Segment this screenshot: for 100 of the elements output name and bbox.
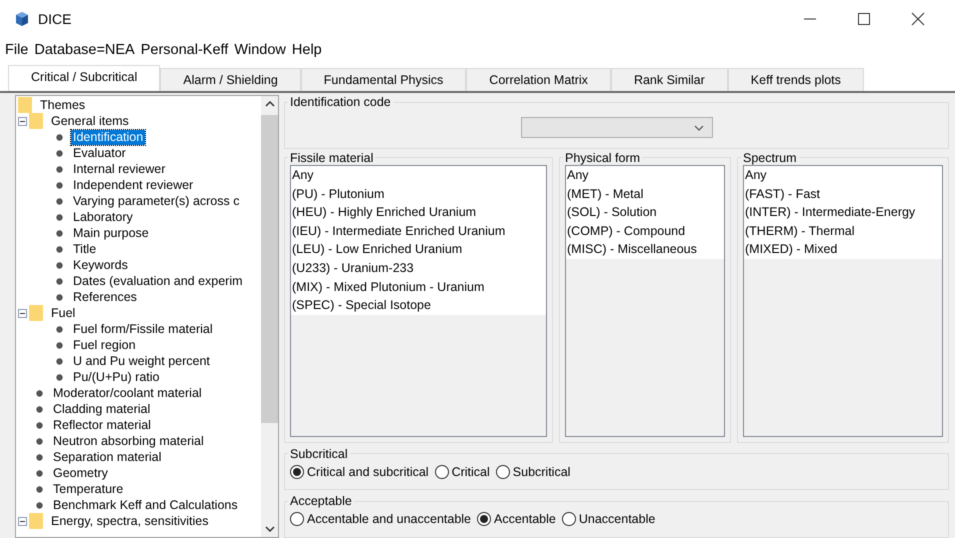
- tree-item[interactable]: Benchmark Keff and Calculations: [51, 498, 240, 512]
- tree-item[interactable]: General items: [49, 114, 131, 128]
- radio-button[interactable]: [434, 464, 449, 479]
- list-item[interactable]: (MIXED) - Mixed: [744, 240, 942, 259]
- list-item[interactable]: (SOL) - Solution: [566, 203, 724, 222]
- radio-label: Accentable: [494, 512, 556, 526]
- radio-button[interactable]: [477, 512, 492, 526]
- radio-button[interactable]: [290, 512, 304, 526]
- bullet-icon: [56, 374, 63, 380]
- tree-item[interactable]: Moderator/coolant material: [51, 386, 204, 400]
- list-item[interactable]: Any: [566, 166, 724, 185]
- list-item[interactable]: (HEU) - Highly Enriched Uranium: [291, 203, 546, 222]
- maximize-icon[interactable]: [857, 12, 871, 26]
- radio-option[interactable]: Accentable: [477, 512, 556, 526]
- radio-button[interactable]: [290, 464, 304, 479]
- menu-item[interactable]: File: [2, 42, 32, 58]
- tab[interactable]: Critical / Subcritical: [8, 65, 160, 91]
- list-item[interactable]: (THERM) - Thermal: [744, 222, 942, 240]
- tab[interactable]: Correlation Matrix: [466, 68, 611, 91]
- bullet-icon: [56, 150, 63, 156]
- list-item[interactable]: Any: [744, 166, 942, 185]
- tree-item[interactable]: Evaluator: [71, 146, 128, 160]
- tree-item[interactable]: Themes: [38, 98, 88, 112]
- radio-button[interactable]: [496, 464, 510, 479]
- radio-option[interactable]: Subcritical: [496, 464, 570, 479]
- list-item[interactable]: (COMP) - Compound: [566, 222, 724, 240]
- menu-item[interactable]: Database=NEA: [31, 42, 138, 58]
- tree-item[interactable]: Fuel form/Fissile material: [71, 322, 215, 336]
- tree-item[interactable]: Identification: [71, 130, 146, 144]
- list-item[interactable]: (MET) - Metal: [566, 184, 724, 204]
- tree-item[interactable]: Energy, spectra, sensitivities: [49, 514, 210, 528]
- tab[interactable]: Fundamental Physics: [300, 68, 466, 91]
- scrollbar[interactable]: [261, 96, 278, 537]
- folder-icon: [18, 97, 32, 113]
- chevron-icon: [694, 124, 704, 130]
- folder-icon: [29, 513, 43, 529]
- menu-item[interactable]: Help: [288, 42, 325, 58]
- tree-item[interactable]: References: [71, 290, 139, 304]
- bullet-icon: [56, 326, 63, 332]
- list-item[interactable]: (U233) - Uranium-233: [291, 258, 546, 278]
- tree-item[interactable]: Fuel region: [71, 338, 138, 352]
- tab[interactable]: Alarm / Shielding: [160, 68, 301, 91]
- collapse-icon[interactable]: [18, 516, 27, 526]
- tab[interactable]: Rank Similar: [610, 68, 728, 91]
- group-title: Physical form: [564, 150, 642, 165]
- scroll-up-icon[interactable]: [264, 101, 274, 107]
- list-item[interactable]: (PU) - Plutonium: [291, 184, 546, 204]
- tree-item[interactable]: Title: [71, 242, 98, 256]
- tree-item[interactable]: Keywords: [71, 258, 130, 272]
- tree-item[interactable]: Varying parameter(s) across c: [71, 194, 242, 208]
- tree-item[interactable]: U and Pu weight percent: [71, 354, 212, 368]
- tree-item[interactable]: Internal reviewer: [71, 162, 168, 176]
- menu-item[interactable]: Personal-Keff: [138, 42, 232, 58]
- tree-item[interactable]: Neutron absorbing material: [51, 434, 206, 448]
- list-item[interactable]: (FAST) - Fast: [744, 184, 942, 204]
- tree-item[interactable]: Temperature: [51, 482, 126, 496]
- collapse-icon[interactable]: [18, 308, 27, 318]
- group-title: Acceptable: [289, 494, 353, 508]
- radio-label: Critical: [452, 464, 490, 479]
- list-item[interactable]: (INTER) - Intermediate-Energy: [744, 203, 942, 222]
- tree-item[interactable]: Cladding material: [51, 402, 152, 416]
- close-icon[interactable]: [911, 12, 925, 26]
- bullet-icon: [56, 278, 63, 284]
- list-item[interactable]: (MISC) - Miscellaneous: [566, 240, 724, 259]
- scroll-down-icon[interactable]: [264, 526, 274, 532]
- list-item[interactable]: (MIX) - Mixed Plutonium - Uranium: [291, 278, 546, 296]
- app-icon: [14, 11, 30, 27]
- tab[interactable]: Keff trends plots: [728, 68, 864, 91]
- tree-item[interactable]: Main purpose: [71, 226, 151, 240]
- bullet-icon: [56, 230, 63, 236]
- tree-item[interactable]: Reflector material: [51, 418, 153, 432]
- radio-button[interactable]: [562, 512, 576, 526]
- bullet-icon: [56, 342, 63, 348]
- radio-option[interactable]: Unaccentable: [562, 512, 656, 526]
- menu-item[interactable]: Window: [231, 42, 289, 58]
- tree-item[interactable]: Separation material: [51, 450, 164, 464]
- tree-item[interactable]: Pu/(U+Pu) ratio: [71, 370, 162, 384]
- radio-label: Unaccentable: [578, 512, 656, 526]
- bullet-icon: [36, 502, 43, 508]
- bullet-icon: [36, 470, 43, 476]
- list-item[interactable]: (LEU) - Low Enriched Uranium: [291, 240, 546, 259]
- radio-option[interactable]: Critical: [434, 464, 490, 479]
- tree-item[interactable]: Laboratory: [71, 210, 135, 224]
- bullet-icon: [36, 390, 43, 396]
- bullet-icon: [56, 214, 63, 220]
- tree-item[interactable]: Geometry: [51, 466, 110, 480]
- tree-item[interactable]: Independent reviewer: [71, 178, 196, 192]
- folder-icon: [29, 113, 43, 129]
- tree-item[interactable]: Fuel: [49, 306, 78, 320]
- scrollbar-thumb[interactable]: [261, 115, 278, 423]
- list-item[interactable]: (SPEC) - Special Isotope: [291, 296, 546, 315]
- bullet-icon: [56, 246, 63, 252]
- radio-label: Subcritical: [512, 464, 570, 479]
- tree-item[interactable]: Dates (evaluation and experim: [71, 274, 245, 288]
- list-item[interactable]: (IEU) - Intermediate Enriched Uranium: [291, 222, 546, 240]
- collapse-icon[interactable]: [18, 116, 27, 126]
- bullet-icon: [36, 422, 43, 428]
- bullet-icon: [36, 438, 43, 444]
- group-title: Subcritical: [289, 446, 349, 461]
- list-item[interactable]: Any: [291, 166, 546, 185]
